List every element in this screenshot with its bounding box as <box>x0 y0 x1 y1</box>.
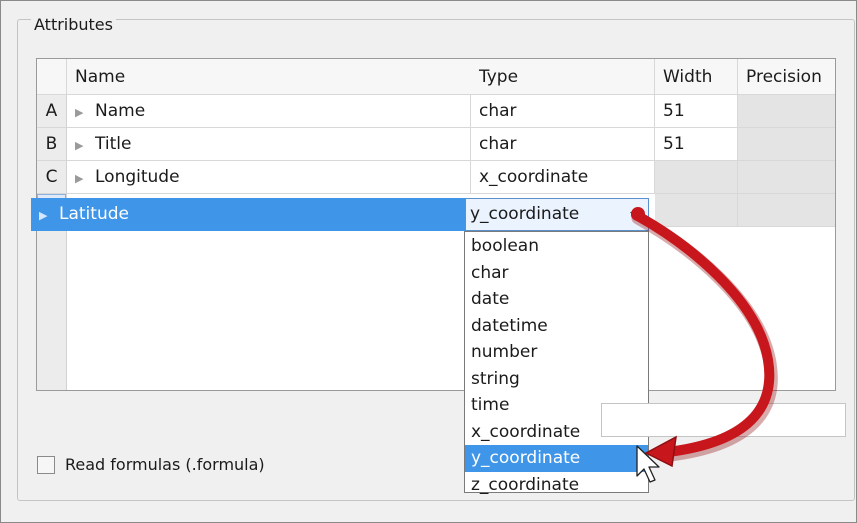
annotation-overlay <box>631 207 778 483</box>
curved-arrow-icon <box>631 207 778 468</box>
